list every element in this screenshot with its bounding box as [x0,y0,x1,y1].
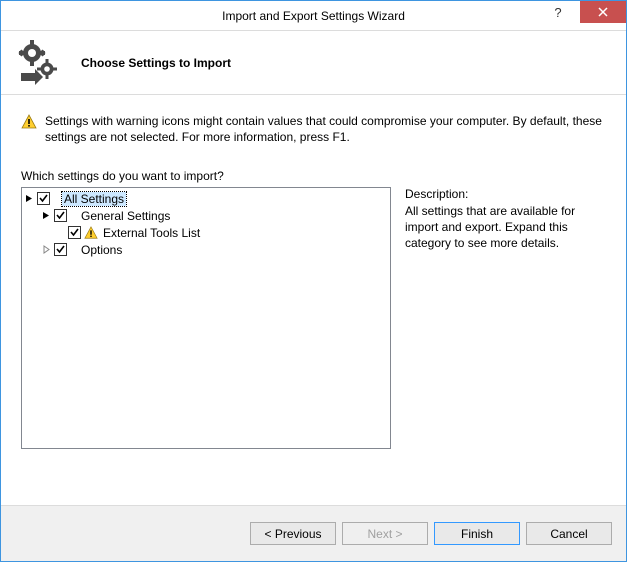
tree-node-all-settings[interactable]: All Settings [24,190,388,207]
gears-icon [15,39,67,87]
finish-button[interactable]: Finish [434,522,520,545]
title-bar: Import and Export Settings Wizard ? [1,1,626,31]
warning-icon [21,114,37,130]
description-label: Description: [405,187,606,201]
tree-node-options[interactable]: Options [24,241,388,258]
help-button[interactable]: ? [536,1,580,23]
expander-icon[interactable] [41,211,51,221]
warning-icon [84,226,98,240]
tree-node-external-tools[interactable]: External Tools List [24,224,388,241]
description-text: All settings that are available for impo… [405,204,606,251]
window-controls: ? [536,1,626,29]
close-icon [598,7,608,17]
checkbox-general-settings[interactable] [54,209,67,222]
expander-icon[interactable] [41,245,51,255]
tree-node-general-settings[interactable]: General Settings [24,207,388,224]
tree-label: External Tools List [101,226,202,240]
body-row: All Settings General Settings [21,187,606,495]
tree-label: General Settings [79,209,172,223]
checkbox-external-tools[interactable] [68,226,81,239]
checkbox-all-settings[interactable] [37,192,50,205]
expander-icon[interactable] [24,194,34,204]
tree-label: All Settings [62,192,126,206]
warning-row: Settings with warning icons might contai… [21,113,606,145]
wizard-footer: < Previous Next > Finish Cancel [1,505,626,561]
expander-placeholder [55,228,65,238]
tree-label: Options [79,243,124,257]
question-label: Which settings do you want to import? [21,169,606,183]
next-button: Next > [342,522,428,545]
description-panel: Description: All settings that are avail… [405,187,606,495]
wizard-content: Settings with warning icons might contai… [1,95,626,505]
cancel-button[interactable]: Cancel [526,522,612,545]
settings-tree[interactable]: All Settings General Settings [21,187,391,449]
previous-button[interactable]: < Previous [250,522,336,545]
checkbox-options[interactable] [54,243,67,256]
close-button[interactable] [580,1,626,23]
wizard-header: Choose Settings to Import [1,31,626,95]
window-title: Import and Export Settings Wizard [1,9,626,23]
wizard-subtitle: Choose Settings to Import [81,56,231,70]
warning-text: Settings with warning icons might contai… [45,113,606,145]
